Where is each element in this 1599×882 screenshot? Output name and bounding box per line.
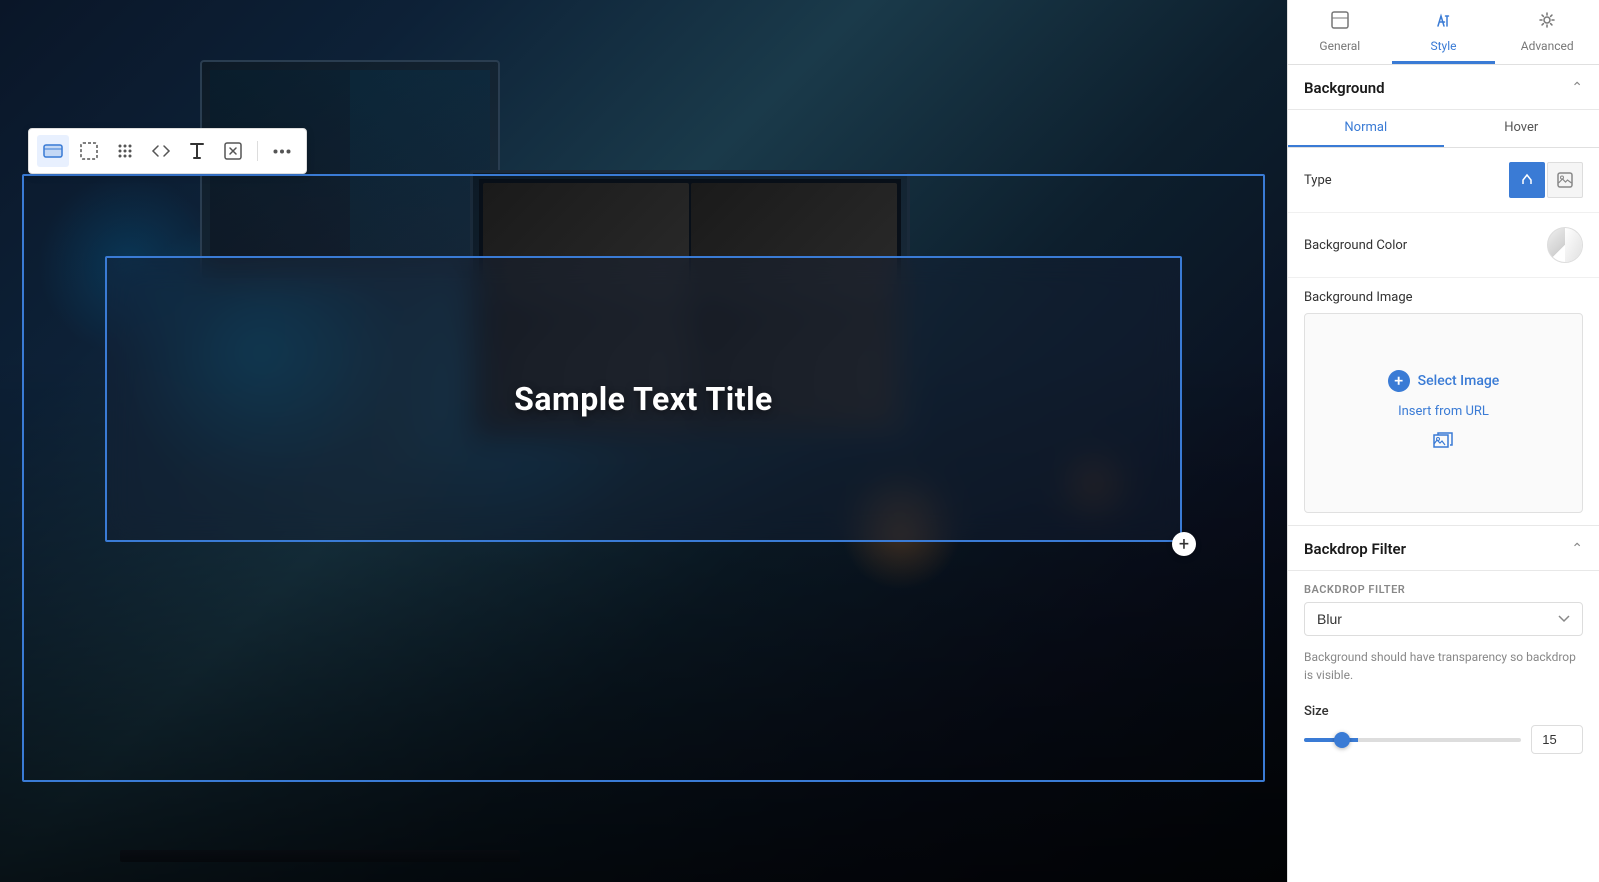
sub-tab-normal[interactable]: Normal	[1288, 110, 1444, 147]
tab-general-label: General	[1319, 39, 1360, 53]
text-button[interactable]	[181, 135, 213, 167]
bg-image-box: + Select Image Insert from URL	[1304, 313, 1583, 513]
filter-select-wrap: Blur None Brightness Contrast Grayscale …	[1288, 602, 1599, 648]
bg-color-label: Background Color	[1304, 238, 1407, 253]
select-image-button[interactable]: + Select Image	[1388, 370, 1500, 392]
canvas-background: Sample Text Title +	[0, 0, 1287, 882]
background-collapse-icon[interactable]: ⌃	[1571, 80, 1583, 96]
section-title: Sample Text Title	[514, 380, 773, 418]
size-slider[interactable]	[1304, 738, 1521, 742]
widget-button[interactable]	[37, 135, 69, 167]
grid-button[interactable]	[109, 135, 141, 167]
canvas-area: Sample Text Title +	[0, 0, 1287, 882]
filter-hint: Background should have transparency so b…	[1288, 648, 1599, 694]
code-button[interactable]	[145, 135, 177, 167]
type-color-button[interactable]	[1509, 162, 1545, 198]
toolbar-divider	[257, 141, 258, 161]
size-label: Size	[1288, 694, 1599, 725]
media-library-icon[interactable]	[1432, 431, 1456, 456]
filter-select[interactable]: Blur None Brightness Contrast Grayscale …	[1304, 602, 1583, 636]
general-icon	[1330, 10, 1350, 35]
panel-tabs: General Style Advanced	[1288, 0, 1599, 65]
backdrop-title: Backdrop Filter	[1304, 540, 1406, 558]
style-icon	[1434, 10, 1454, 35]
state-tabs: Normal Hover	[1288, 110, 1599, 148]
size-input[interactable]: 15	[1531, 725, 1583, 754]
more-button[interactable]	[266, 135, 298, 167]
backdrop-section-header: Backdrop Filter ⌃	[1288, 525, 1599, 571]
advanced-icon	[1537, 10, 1557, 35]
bg-color-row: Background Color	[1288, 213, 1599, 278]
add-element-button[interactable]: +	[1172, 532, 1196, 556]
sub-tab-hover[interactable]: Hover	[1444, 110, 1599, 147]
keyboard	[120, 850, 520, 862]
tab-advanced-label: Advanced	[1521, 39, 1574, 53]
color-swatch[interactable]	[1547, 227, 1583, 263]
select-button[interactable]	[73, 135, 105, 167]
tab-general[interactable]: General	[1288, 0, 1392, 64]
tab-advanced[interactable]: Advanced	[1495, 0, 1599, 64]
size-control-row: 15	[1288, 725, 1599, 770]
tab-style[interactable]: Style	[1392, 0, 1496, 64]
select-image-label: Select Image	[1418, 373, 1500, 389]
type-row: Type	[1288, 148, 1599, 213]
editor-toolbar	[28, 128, 307, 174]
inner-section[interactable]: Sample Text Title +	[105, 256, 1182, 542]
bg-image-label-text: Background Image	[1288, 278, 1599, 313]
background-section-header: Background ⌃	[1288, 65, 1599, 110]
type-image-button[interactable]	[1547, 162, 1583, 198]
right-panel: General Style Advanced Background ⌃	[1287, 0, 1599, 882]
insert-url-button[interactable]: Insert from URL	[1398, 404, 1489, 419]
background-title: Background	[1304, 79, 1385, 97]
select-image-icon: +	[1388, 370, 1410, 392]
type-buttons	[1509, 162, 1583, 198]
edit-button[interactable]	[217, 135, 249, 167]
backdrop-collapse-icon[interactable]: ⌃	[1571, 541, 1583, 557]
tab-style-label: Style	[1431, 39, 1457, 53]
filter-label: BACKDROP FILTER	[1288, 571, 1599, 602]
type-label: Type	[1304, 173, 1332, 188]
